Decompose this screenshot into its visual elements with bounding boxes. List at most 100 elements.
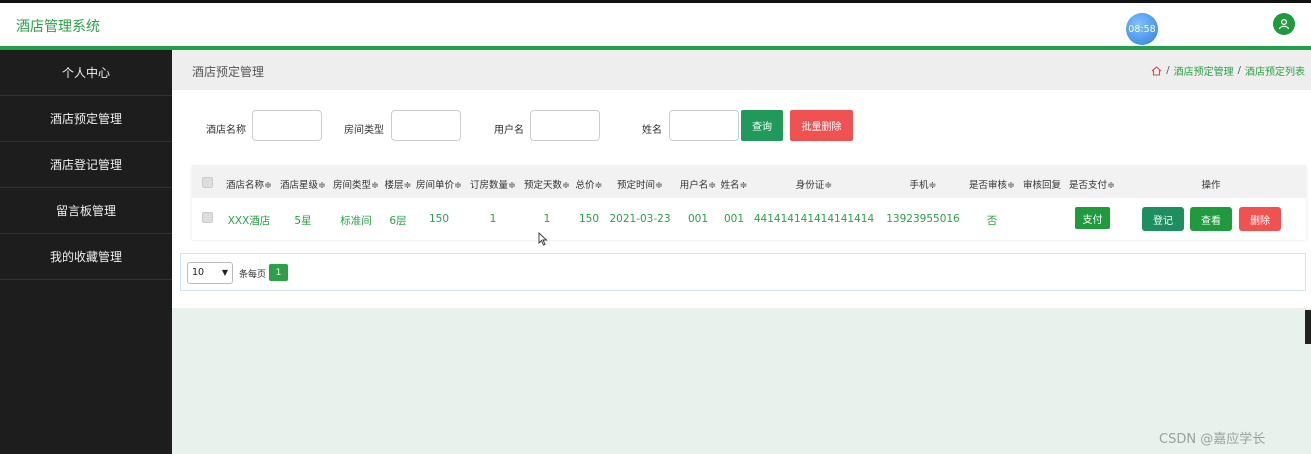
column-header-label: 是否支付 <box>1069 180 1108 191</box>
room-type-input[interactable] <box>391 110 461 141</box>
column-header-label: 是否审核 <box>969 180 1008 191</box>
column-header-label: 手机 <box>909 180 929 191</box>
sidebar-item-label: 个人中心 <box>61 66 110 80</box>
column-header[interactable]: 酒店名称≑ <box>226 177 272 191</box>
sidebar-item-hotel-booking[interactable]: 酒店预定管理 <box>0 96 172 142</box>
pagination: 10 ▼ 条每页 1 <box>180 253 1306 291</box>
column-header-label: 姓名 <box>720 180 740 191</box>
name-label: 姓名 <box>642 125 662 136</box>
column-header-label: 酒店星级 <box>280 180 319 191</box>
sidebar-item-label: 酒店预定管理 <box>49 112 122 126</box>
column-header[interactable]: 用户名≑ <box>680 177 716 191</box>
user-icon[interactable] <box>1273 13 1295 35</box>
column-header: 操作 <box>1201 180 1221 191</box>
cell-username: 001 <box>687 213 709 225</box>
cell-phone: 13923955016 <box>886 213 960 225</box>
column-header[interactable]: 手机≑ <box>910 177 937 191</box>
page-title: 酒店预定管理 <box>192 65 265 79</box>
page-size-value: 10 <box>192 267 205 278</box>
column-header[interactable]: 身份证≑ <box>796 177 832 191</box>
column-header[interactable]: 订房数量≑ <box>470 177 516 191</box>
mouse-cursor-icon <box>538 232 548 246</box>
search-form: 酒店名称 房间类型 用户名 姓名 查询 批量删除 <box>172 90 1311 160</box>
column-header[interactable]: 是否支付≑ <box>1069 177 1115 191</box>
column-header-label: 楼层 <box>384 180 404 191</box>
table-header: 酒店名称≑ 酒店星级≑ 房间类型≑ 楼层≑ 房间单价≑ 订房数量≑ 预定天数≑ … <box>192 166 1306 198</box>
column-header-label: 订房数量 <box>470 180 509 191</box>
sidebar: 个人中心 酒店预定管理 酒店登记管理 留言板管理 我的收藏管理 <box>0 50 172 454</box>
page-header: 酒店预定管理 / 酒店预定管理 / 酒店预定列表 <box>172 50 1311 90</box>
cell-hotel-name: XXX酒店 <box>227 215 271 227</box>
app-title: 酒店管理系统 <box>16 19 100 35</box>
column-header-label: 酒店名称 <box>226 180 265 191</box>
page-size-select[interactable]: 10 ▼ <box>187 262 233 284</box>
row-checkbox[interactable] <box>202 212 213 223</box>
hotel-name-label: 酒店名称 <box>206 125 246 136</box>
cell-price: 150 <box>428 213 450 225</box>
username-label: 用户名 <box>494 125 524 136</box>
name-input[interactable] <box>669 110 739 141</box>
breadcrumb: / 酒店预定管理 / 酒店预定列表 <box>1151 63 1305 78</box>
column-header: 审核回复 <box>1023 177 1061 191</box>
page-button-current[interactable]: 1 <box>269 264 288 281</box>
column-header[interactable]: 是否审核≑ <box>969 177 1015 191</box>
register-button[interactable]: 登记 <box>1142 207 1184 231</box>
sidebar-item-favorites[interactable]: 我的收藏管理 <box>0 234 172 280</box>
column-header-label: 用户名 <box>679 180 709 191</box>
column-header-label: 身份证 <box>795 180 825 191</box>
table-row: XXX酒店 5星 标准间 6层 150 1 1 150 2021-03-23 0… <box>192 198 1306 240</box>
sidebar-item-personal-center[interactable]: 个人中心 <box>0 50 172 96</box>
select-all-checkbox[interactable] <box>202 177 213 188</box>
column-header[interactable]: 预定天数≑ <box>524 177 570 191</box>
header: 酒店管理系统 08:58 <box>0 3 1311 46</box>
bookings-table: 酒店名称≑ 酒店星级≑ 房间类型≑ 楼层≑ 房间单价≑ 订房数量≑ 预定天数≑ … <box>192 166 1306 240</box>
content-panel: 酒店名称 房间类型 用户名 姓名 查询 批量删除 酒店名称≑ 酒店星级≑ 房间类… <box>172 90 1311 308</box>
column-header-label: 预定天数 <box>524 180 563 191</box>
column-header[interactable]: 总价≑ <box>576 177 603 191</box>
sidebar-item-label: 我的收藏管理 <box>49 250 122 264</box>
cell-total: 150 <box>578 213 600 225</box>
cell-room-type: 标准间 <box>340 215 372 227</box>
cell-id-card: 441414141414141414 <box>753 213 875 225</box>
query-button[interactable]: 查询 <box>741 110 783 141</box>
sidebar-item-label: 酒店登记管理 <box>49 158 122 172</box>
main-content: 酒店预定管理 / 酒店预定管理 / 酒店预定列表 酒店名称 房间类型 用户名 姓… <box>172 50 1311 454</box>
cell-days: 1 <box>543 213 551 225</box>
column-header-label: 房间单价 <box>416 180 455 191</box>
per-page-label: 条每页 <box>239 270 267 280</box>
sidebar-item-message-board[interactable]: 留言板管理 <box>0 188 172 234</box>
column-header-label: 总价 <box>575 180 595 191</box>
cell-approved: 否 <box>986 215 998 227</box>
column-header[interactable]: 房间类型≑ <box>333 177 379 191</box>
breadcrumb-separator: / <box>1237 65 1241 76</box>
cell-floor: 6层 <box>389 215 407 227</box>
cell-star: 5星 <box>294 215 312 227</box>
column-header-label: 房间类型 <box>333 180 372 191</box>
sidebar-item-label: 留言板管理 <box>55 204 116 218</box>
column-header[interactable]: 楼层≑ <box>385 177 412 191</box>
watermark: CSDN @嘉应学长 <box>1159 432 1266 447</box>
breadcrumb-item[interactable]: 酒店预定管理 <box>1174 63 1234 78</box>
column-header[interactable]: 姓名≑ <box>721 177 748 191</box>
delete-button[interactable]: 删除 <box>1239 207 1281 231</box>
view-button[interactable]: 查看 <box>1190 207 1232 231</box>
clock-badge: 08:58 <box>1126 13 1158 45</box>
breadcrumb-item[interactable]: 酒店预定列表 <box>1245 63 1305 78</box>
column-header[interactable]: 酒店星级≑ <box>280 177 326 191</box>
column-header[interactable]: 预定时间≑ <box>617 177 663 191</box>
cell-rooms: 1 <box>489 213 497 225</box>
pay-button[interactable]: 支付 <box>1075 207 1110 229</box>
home-icon[interactable] <box>1151 65 1162 76</box>
column-header[interactable]: 房间单价≑ <box>416 177 462 191</box>
cell-name: 001 <box>723 213 745 225</box>
sidebar-item-hotel-checkin[interactable]: 酒店登记管理 <box>0 142 172 188</box>
column-header-label: 审核回复 <box>1022 180 1062 191</box>
scrollbar-thumb[interactable] <box>1305 310 1311 344</box>
hotel-name-input[interactable] <box>252 110 322 141</box>
username-input[interactable] <box>530 110 600 141</box>
chevron-down-icon: ▼ <box>221 268 228 277</box>
column-header-label: 预定时间 <box>617 180 656 191</box>
room-type-label: 房间类型 <box>344 125 384 136</box>
batch-delete-button[interactable]: 批量删除 <box>790 110 853 141</box>
breadcrumb-separator: / <box>1166 65 1170 76</box>
